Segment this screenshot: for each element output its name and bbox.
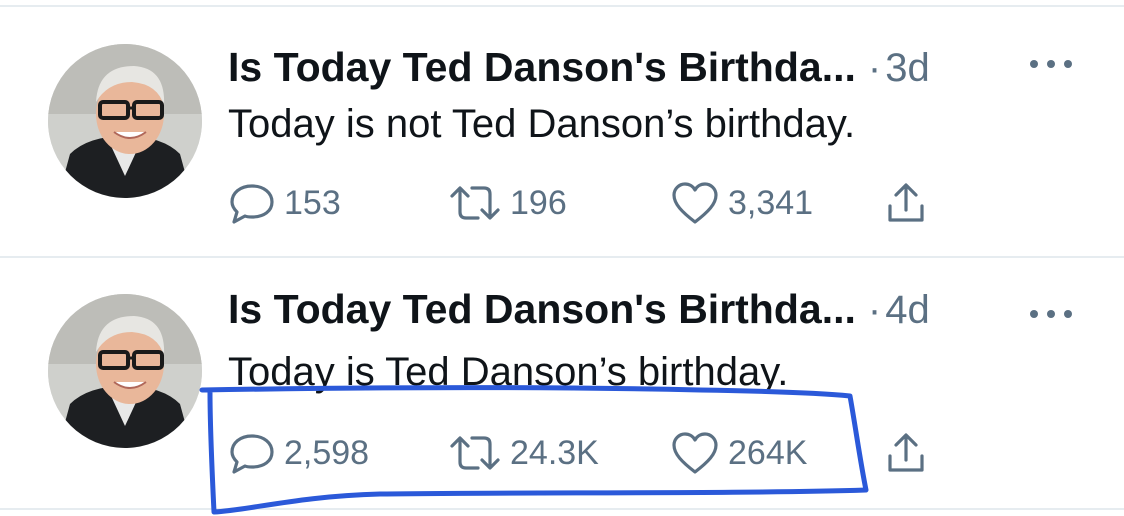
like-count: 264K — [728, 433, 808, 472]
tweet-header: Is Today Ted Danson's Birthda... · 4d — [228, 286, 930, 342]
tweet-text: Today is not Ted Danson’s birthday. — [228, 102, 856, 146]
separator-dot: · — [867, 288, 882, 332]
tweet-actions: 153 196 3,341 — [228, 178, 958, 228]
tweet-actions: 2,598 24.3K 264K — [228, 428, 958, 478]
top-divider — [0, 5, 1124, 7]
reply-button[interactable]: 153 — [228, 178, 341, 228]
retweet-icon — [450, 186, 500, 220]
retweet-icon — [450, 436, 500, 470]
tweet-1[interactable]: Is Today Ted Danson's Birthda... · 3d To… — [0, 8, 1124, 256]
share-icon — [888, 183, 924, 222]
like-button[interactable]: 3,341 — [670, 178, 813, 228]
share-icon — [888, 433, 924, 472]
avatar[interactable] — [48, 44, 202, 198]
share-button[interactable] — [884, 178, 928, 228]
author-name[interactable]: Is Today Ted Danson's Birthda... — [228, 286, 856, 333]
more-horizontal-icon[interactable] — [1028, 308, 1074, 320]
author-name[interactable]: Is Today Ted Danson's Birthda... — [228, 44, 856, 91]
tweet-2[interactable]: Is Today Ted Danson's Birthda... · 4d To… — [0, 258, 1124, 506]
reply-icon — [230, 434, 274, 474]
heart-icon — [672, 182, 718, 224]
separator-dot: · — [867, 46, 882, 90]
like-button[interactable]: 264K — [670, 428, 807, 478]
retweet-button[interactable]: 196 — [448, 178, 567, 228]
like-count: 3,341 — [728, 183, 814, 222]
timestamp[interactable]: 3d — [885, 46, 930, 91]
reply-button[interactable]: 2,598 — [228, 428, 369, 478]
share-button[interactable] — [884, 428, 928, 478]
timestamp[interactable]: 4d — [885, 288, 930, 333]
bottom-divider — [0, 508, 1124, 510]
more-horizontal-icon[interactable] — [1028, 58, 1074, 70]
tweet-text: Today is Ted Danson’s birthday. — [228, 350, 789, 394]
avatar[interactable] — [48, 294, 202, 448]
retweet-button[interactable]: 24.3K — [448, 428, 599, 478]
heart-icon — [672, 432, 718, 474]
retweet-count: 24.3K — [510, 433, 599, 472]
retweet-count: 196 — [510, 183, 567, 222]
tweet-header: Is Today Ted Danson's Birthda... · 3d — [228, 44, 930, 100]
reply-count: 153 — [284, 183, 341, 222]
reply-icon — [230, 184, 274, 224]
reply-count: 2,598 — [284, 433, 370, 472]
